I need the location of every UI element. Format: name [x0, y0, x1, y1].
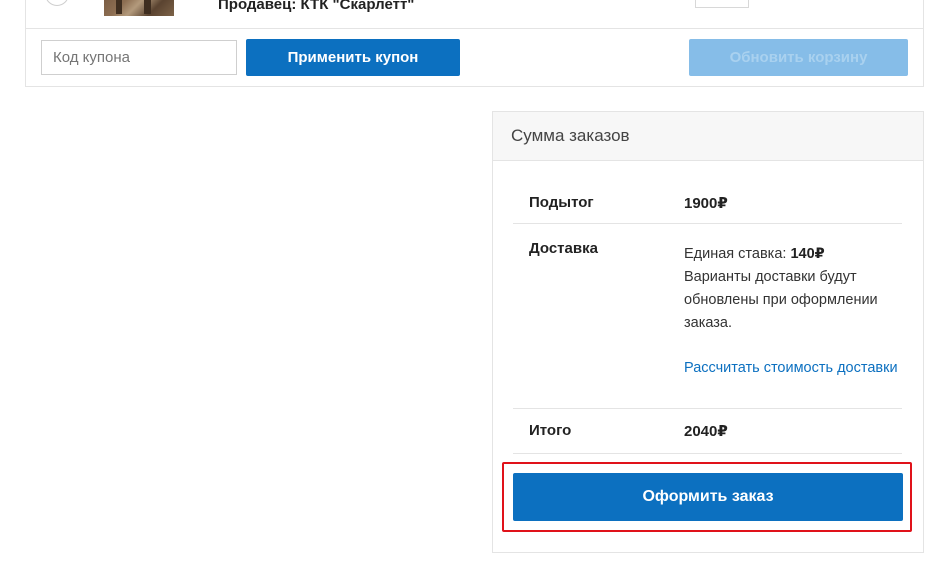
shipping-note: Варианты доставки будут обновлены при оф… [684, 269, 878, 331]
seller-label: Продавец: [218, 0, 297, 13]
shipping-row: Доставка Единая ставка: 140₽ Варианты до… [513, 224, 902, 409]
product-thumbnail[interactable] [104, 0, 174, 16]
coupon-code-input[interactable] [41, 40, 237, 75]
apply-coupon-button[interactable]: Применить купон [246, 39, 460, 76]
shipping-rate: Единая ставка: 140₽ [684, 243, 899, 266]
shipping-label: Доставка [529, 240, 598, 257]
total-value: 2040₽ [684, 423, 728, 440]
subtotal-value: 1900₽ [684, 195, 728, 212]
checkout-button[interactable]: Оформить заказ [513, 473, 903, 521]
quantity-input[interactable] [695, 0, 749, 8]
cart-totals-title: Сумма заказов [493, 112, 923, 161]
subtotal-label: Подытог [529, 194, 594, 211]
shipping-rate-value: 140₽ [790, 246, 825, 262]
shipping-details: Единая ставка: 140₽ Варианты доставки бу… [684, 243, 899, 380]
subtotal-row: Подытог 1900₽ [513, 161, 902, 224]
remove-item-button[interactable] [45, 0, 69, 6]
shipping-rate-prefix: Единая ставка: [684, 246, 787, 262]
calculate-shipping-link[interactable]: Рассчитать стоимость доставки [684, 357, 899, 380]
update-cart-button[interactable]: Обновить корзину [689, 39, 908, 76]
seller-info: Продавец: КТК "Скарлетт" [218, 0, 414, 13]
seller-name: КТК "Скарлетт" [300, 0, 415, 13]
cart-item-row: Продавец: КТК "Скарлетт" [26, 0, 923, 29]
total-label: Итого [529, 422, 572, 439]
total-row: Итого 2040₽ [513, 409, 902, 454]
